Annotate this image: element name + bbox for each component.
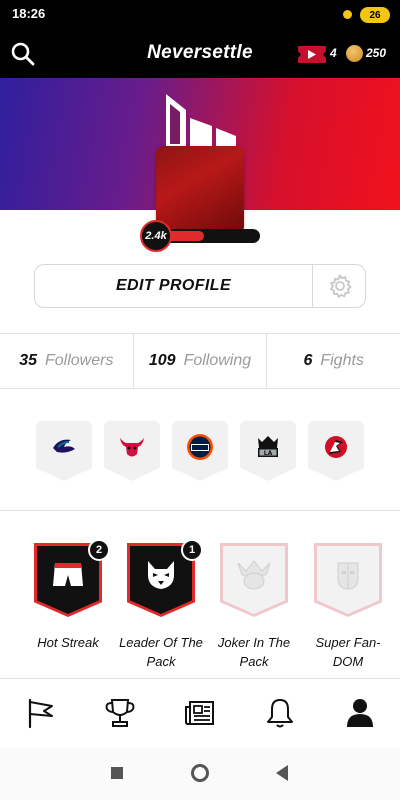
trophy-icon [105, 699, 135, 727]
achievement-badges: 2 Hot Streak 1 Leader Of The Pack Joker … [0, 511, 400, 679]
bottom-nav [0, 679, 400, 747]
oilers-logo-icon [187, 434, 213, 460]
coin-count: 250 [366, 46, 387, 60]
level-progress: 2.4k [140, 220, 260, 252]
status-time: 18:26 [12, 6, 46, 21]
nav-trophy[interactable] [80, 679, 160, 747]
bell-icon [267, 699, 293, 728]
system-nav-bar [0, 747, 400, 800]
nav-news[interactable] [160, 679, 240, 747]
stat-label: Following [183, 352, 252, 369]
badge-name: Joker In The Pack [217, 635, 291, 669]
stat-following[interactable]: 109 Following [132, 334, 267, 388]
level-progress-track [158, 229, 260, 243]
badge-hot-streak[interactable]: 2 Hot Streak [25, 539, 111, 652]
team-hornets[interactable] [36, 421, 92, 481]
kings-logo-icon: LA [258, 436, 278, 457]
team-kings[interactable]: LA [240, 421, 296, 481]
badge-shield: 1 [127, 539, 203, 617]
devils-logo-icon [325, 436, 347, 458]
team-bulls[interactable] [104, 421, 160, 481]
badge-super-fan-dom[interactable]: Super Fan-DOM [305, 543, 391, 671]
team-oilers[interactable] [172, 421, 228, 481]
flag-icon [28, 698, 53, 729]
nav-profile[interactable] [320, 679, 400, 747]
badge-joker-in-the-pack[interactable]: Joker In The Pack [211, 543, 297, 671]
badge-shield [220, 543, 288, 617]
badge-shield: 2 [34, 539, 110, 617]
badge-count: 2 [88, 539, 110, 561]
stat-value: 6 [303, 352, 313, 369]
home-icon[interactable] [191, 764, 209, 782]
badge-shield [314, 543, 382, 617]
jester-icon [237, 560, 271, 590]
badge-name: Leader Of The Pack [119, 635, 203, 669]
stat-fights[interactable]: 6 Fights [266, 334, 400, 388]
team-devils[interactable] [308, 421, 364, 481]
badge-count: 1 [181, 539, 203, 561]
nav-notifications[interactable] [240, 679, 320, 747]
svg-text:LA: LA [264, 450, 273, 457]
level-badge: 2.4k [140, 220, 172, 252]
settings-button[interactable] [313, 265, 367, 307]
battery-icon: 26 [360, 7, 390, 23]
gear-icon [329, 273, 352, 299]
wolf-icon [148, 561, 174, 589]
app-header: Neversettle 4 250 [0, 30, 400, 78]
stat-value: 109 [148, 352, 176, 369]
notification-dot-icon [343, 10, 352, 19]
bulls-logo-icon [120, 438, 144, 457]
ticket-icon[interactable] [298, 46, 326, 63]
back-icon[interactable] [276, 765, 288, 781]
stat-label: Followers [45, 352, 114, 369]
edit-profile-row: EDIT PROFILE [34, 264, 366, 308]
ticket-count: 4 [330, 46, 337, 60]
coin-icon[interactable] [346, 45, 363, 62]
stat-value: 35 [19, 352, 37, 369]
favorite-teams: LA [0, 389, 400, 511]
page-title: Neversettle [147, 42, 253, 63]
status-bar: 18:26 26 [0, 0, 400, 30]
edit-profile-button[interactable]: EDIT PROFILE [35, 265, 313, 307]
profile-stats: 35 Followers 109 Following 6 Fights [0, 333, 400, 389]
painted-face-icon [337, 562, 359, 590]
stat-followers[interactable]: 35 Followers [0, 334, 133, 388]
stat-label: Fights [320, 352, 364, 369]
hornets-logo-icon [53, 439, 75, 453]
boxing-shorts-icon [53, 563, 83, 586]
profile-icon [347, 699, 373, 727]
newspaper-icon [185, 701, 214, 725]
nav-flag[interactable] [0, 679, 80, 747]
badge-name: Hot Streak [37, 635, 99, 650]
badge-leader-of-the-pack[interactable]: 1 Leader Of The Pack [118, 539, 204, 671]
recent-apps-icon[interactable] [111, 767, 123, 779]
badge-name: Super Fan-DOM [315, 635, 381, 669]
